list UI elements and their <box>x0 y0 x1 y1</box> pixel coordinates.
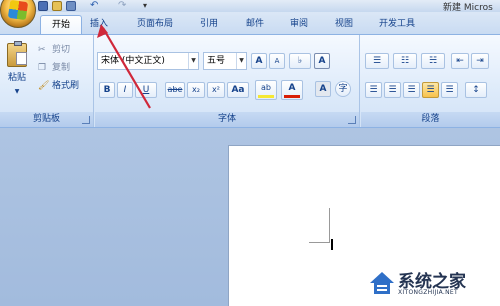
change-case-button[interactable]: Aa <box>227 82 249 98</box>
font-color-icon: A <box>288 83 296 93</box>
phonetic-guide-button[interactable]: ♭ <box>289 53 311 69</box>
font-name-combo[interactable]: 宋体 (中文正文) ▼ <box>97 52 199 70</box>
tab-developer[interactable]: 开发工具 <box>370 15 424 34</box>
ribbon: 粘贴 ▼ ✂ 剪切 ❐ 复制 🖌 格式刷 剪贴板 宋体 (中文正文) ▼ 五号 … <box>0 34 500 128</box>
subscript-button[interactable]: x₂ <box>187 82 205 98</box>
font-size-combo[interactable]: 五号 ▼ <box>203 52 247 70</box>
font-name-value: 宋体 (中文正文) <box>101 56 165 66</box>
justify-icon: ☰ <box>426 85 435 95</box>
decrease-indent-button[interactable]: ⇤ <box>451 53 469 69</box>
highlighter-icon: ab <box>261 83 271 92</box>
copy-label: 复制 <box>52 63 71 73</box>
paragraph-group-label: 段落 <box>361 112 500 127</box>
chevron-down-icon[interactable]: ▼ <box>4 85 30 99</box>
font-launcher-icon[interactable] <box>348 116 356 124</box>
save-icon[interactable] <box>38 1 48 11</box>
clear-format-button[interactable]: A <box>314 53 330 69</box>
tab-home[interactable]: 开始 <box>40 15 82 34</box>
cut-button[interactable]: ✂ 剪切 <box>38 43 88 57</box>
align-right-icon: ☰ <box>407 85 416 95</box>
chevron-down-icon[interactable]: ▼ <box>188 53 198 69</box>
copy-button[interactable]: ❐ 复制 <box>38 61 88 75</box>
superscript-button[interactable]: x² <box>207 82 225 98</box>
paste-label: 粘贴 <box>7 73 26 83</box>
font-color-button[interactable]: A <box>281 80 303 100</box>
justify-button[interactable]: ☰ <box>422 82 439 98</box>
line-spacing-button[interactable]: ↕ <box>465 82 487 98</box>
tab-references[interactable]: 引用 <box>192 15 226 34</box>
italic-button[interactable]: I <box>117 82 133 98</box>
house-logo-icon <box>370 272 394 294</box>
bullets-button[interactable]: ☰ <box>365 53 389 69</box>
highlight-button[interactable]: ab <box>255 80 277 100</box>
clipboard-launcher-icon[interactable] <box>82 116 90 124</box>
shrink-font-button[interactable]: A <box>269 53 285 69</box>
grow-font-button[interactable]: A <box>251 53 267 69</box>
title-bar: ↶ ↷ ▾ 新建 Micros <box>0 0 500 13</box>
font-group-label: 字体 <box>95 112 359 127</box>
tab-review[interactable]: 审阅 <box>282 15 316 34</box>
tab-page-layout[interactable]: 页面布局 <box>128 15 182 34</box>
customize-quick-access-icon[interactable]: ▾ <box>143 1 153 11</box>
brush-icon: 🖌 <box>38 81 50 91</box>
chevron-down-icon[interactable]: ▼ <box>236 53 246 69</box>
increase-indent-button[interactable]: ⇥ <box>471 53 489 69</box>
bold-button[interactable]: B <box>99 82 115 98</box>
numbered-list-icon: ☷ <box>400 56 410 66</box>
align-center-icon: ☰ <box>388 85 397 95</box>
align-right-button[interactable]: ☰ <box>403 82 420 98</box>
paste-button[interactable]: 粘贴 ▼ <box>4 41 30 101</box>
undo-icon[interactable]: ↶ <box>90 1 100 11</box>
copy-icon: ❐ <box>38 63 47 73</box>
office-logo-icon <box>7 0 29 21</box>
phonetic-icon: ♭ <box>297 56 303 66</box>
tab-insert[interactable]: 插入 <box>82 15 116 34</box>
format-painter-label: 格式刷 <box>52 81 80 91</box>
character-shading-button[interactable]: A <box>315 81 331 97</box>
align-left-icon: ☰ <box>369 85 378 95</box>
align-left-button[interactable]: ☰ <box>365 82 382 98</box>
bullet-list-icon: ☰ <box>372 56 382 66</box>
align-center-button[interactable]: ☰ <box>384 82 401 98</box>
watermark-url: XITONGZHIJIA.NET <box>398 289 458 296</box>
format-painter-button[interactable]: 🖌 格式刷 <box>38 79 92 93</box>
margin-corner-mark <box>329 208 330 242</box>
numbering-button[interactable]: ☷ <box>393 53 417 69</box>
enclose-characters-button[interactable]: 字 <box>335 81 351 97</box>
outdent-icon: ⇤ <box>456 56 464 66</box>
multilevel-list-icon: ☵ <box>428 56 438 66</box>
scissors-icon: ✂ <box>38 45 46 55</box>
ribbon-tabs: 开始 插入 页面布局 引用 邮件 审阅 视图 开发工具 <box>0 12 500 34</box>
clipboard-group: 粘贴 ▼ ✂ 剪切 ❐ 复制 🖌 格式刷 剪贴板 <box>0 35 94 127</box>
strikethrough-button[interactable]: abe <box>165 82 185 98</box>
indent-icon: ⇥ <box>476 56 484 66</box>
print-icon[interactable] <box>66 1 76 11</box>
tab-view[interactable]: 视图 <box>327 15 361 34</box>
cut-label: 剪切 <box>52 45 71 55</box>
text-cursor <box>331 239 333 250</box>
margin-corner-mark <box>309 242 330 243</box>
underline-button[interactable]: U <box>135 82 157 98</box>
paste-icon <box>7 41 27 67</box>
open-icon[interactable] <box>52 1 62 11</box>
clipboard-group-label: 剪贴板 <box>0 112 93 127</box>
line-spacing-icon: ↕ <box>472 85 480 95</box>
redo-icon[interactable]: ↷ <box>118 1 128 11</box>
paragraph-group: ☰ ☷ ☵ ⇤ ⇥ ☰ ☰ ☰ ☰ ☰ ↕ 段落 <box>361 35 500 127</box>
distributed-button[interactable]: ☰ <box>441 82 458 98</box>
font-group: 宋体 (中文正文) ▼ 五号 ▼ A A ♭ A B I U abe x₂ x²… <box>95 35 360 127</box>
watermark: 系统之家 XITONGZHIJIA.NET <box>368 265 500 306</box>
multilevel-list-button[interactable]: ☵ <box>421 53 445 69</box>
font-size-value: 五号 <box>207 56 226 66</box>
distribute-icon: ☰ <box>445 85 454 95</box>
tab-mailings[interactable]: 邮件 <box>238 15 272 34</box>
